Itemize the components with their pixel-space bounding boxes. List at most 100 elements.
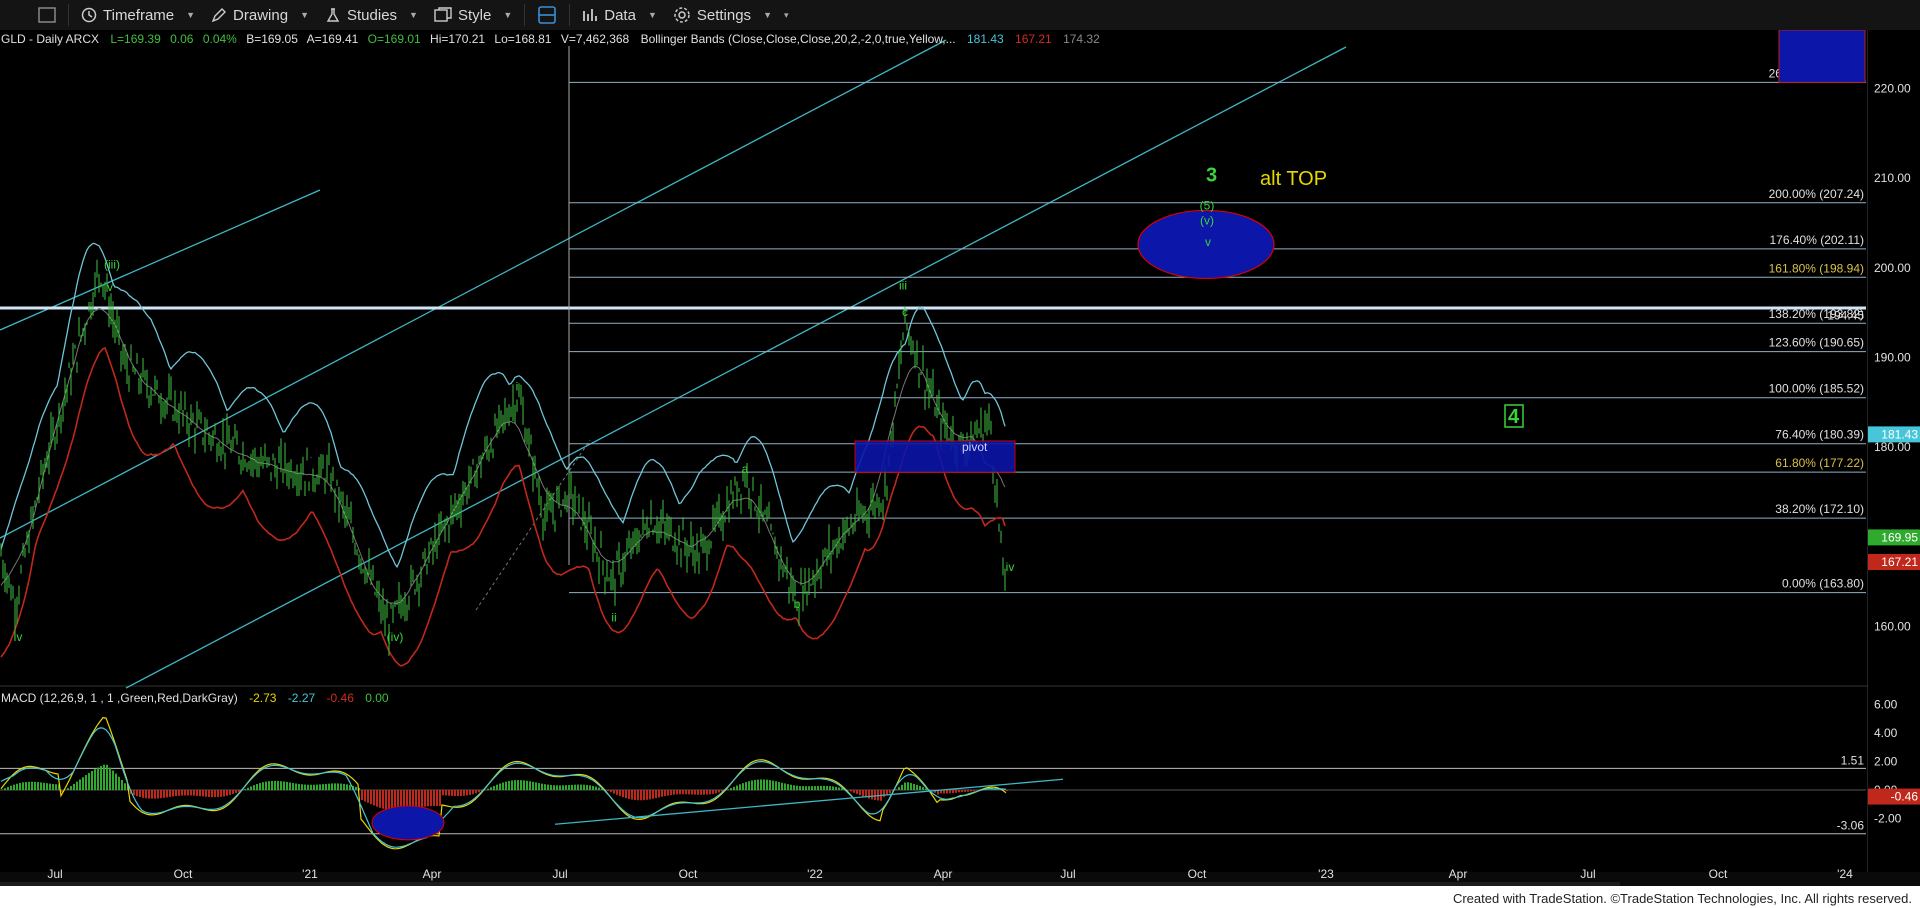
fib-level-label: 38.20% (172.10) [1775,502,1864,516]
macd-histogram-bar [613,790,615,794]
settings-button[interactable]: Settings ▼ [665,0,780,30]
wave-label: v [1205,235,1211,249]
time-tick-label: '21 [302,867,318,881]
macd-histogram-bar [40,782,42,790]
macd-histogram-bar [271,780,273,790]
macd-histogram-bar [673,790,675,795]
macd-histogram-bar [889,790,891,794]
macd-histogram-bar [13,784,15,790]
macd-histogram-bar [571,784,573,790]
macd-histogram-bar [700,790,702,795]
macd-histogram-bar [634,790,636,801]
macd-histogram-bar [361,790,363,801]
macd-histogram-bar [670,790,672,796]
macd-histogram-bar [250,786,252,790]
chevron-down-icon: ▼ [503,10,513,20]
macd-histogram-bar [94,769,96,790]
pivot-box [854,440,1016,473]
macd-histogram-bar [781,782,783,790]
macd-histogram-bar [43,782,45,790]
macd-histogram-bar [859,790,861,796]
macd-histogram-bar [736,785,738,790]
macd-histogram-bar [184,790,186,796]
macd-histogram-bar [973,790,975,792]
macd-histogram-bar [277,780,279,790]
macd-tick-label: -2.00 [1874,812,1902,826]
macd-histogram-bar [139,790,141,798]
low-price: Lo=168.81 [494,32,551,46]
macd-histogram-bar [10,785,12,790]
panels-button[interactable] [529,0,565,30]
macd-histogram-bar [760,779,762,790]
style-button[interactable]: Style ▼ [426,0,520,30]
macd-tag-label: -0.46 [1891,790,1919,804]
time-tick-label: Apr [423,867,442,881]
macd-tick-label: 4.00 [1874,726,1898,740]
macd-histogram-bar [742,783,744,790]
macd-histogram-bar [274,780,276,790]
macd-histogram-bar [415,790,417,809]
chart-area[interactable]: 261.80% (220.66)200.00% (207.24)176.40% … [0,30,1920,908]
macd-histogram-bar [619,790,621,797]
macd-histogram-bar [514,780,516,790]
macd-histogram-bar [262,782,264,790]
macd-histogram-bar [196,790,198,796]
macd-histogram-bar [949,790,951,794]
macd-histogram-bar [88,772,90,790]
macd-histogram-bar [826,785,828,790]
overflow-caret-icon[interactable]: ▾ [784,10,789,21]
macd-histogram-bar [904,782,906,790]
macd-histogram-bar [775,781,777,790]
macd-histogram-bar [340,783,342,790]
macd-histogram-bar [79,779,81,790]
macd-histogram-bar [388,790,390,811]
bb-lower-value: 167.21 [1015,32,1052,46]
macd-histogram-bar [655,790,657,799]
layout-button[interactable] [30,0,64,30]
studies-button[interactable]: Studies ▼ [317,0,426,30]
macd-histogram-bar [625,790,627,799]
macd-histogram-bar [970,790,972,792]
macd-histogram-bar [70,786,72,790]
data-button[interactable]: Data ▼ [574,0,665,30]
price-chart[interactable]: 261.80% (220.66)200.00% (207.24)176.40% … [0,30,1920,908]
fib-level-label: 76.40% (180.39) [1775,428,1864,442]
wave-label: c [902,305,908,319]
timeframe-button[interactable]: Timeframe ▼ [73,0,203,30]
wave-label: iii [899,278,907,292]
macd-histogram-bar [715,790,717,794]
price-tag-label: 167.21 [1881,555,1918,569]
macd-histogram-bar [25,781,27,790]
macd-histogram-bar [487,788,489,790]
time-tick-label: Jul [1060,867,1075,881]
macd-histogram-bar [598,787,600,790]
macd-level-label: 1.51 [1841,753,1865,767]
macd-histogram-bar [916,784,918,790]
macd-histogram-bar [133,790,135,796]
target-box [1778,30,1866,83]
macd-histogram-bar [790,784,792,790]
price-tick-label: 190.00 [1874,351,1911,365]
macd-histogram-bar [706,790,708,795]
macd-label: MACD (12,26,9, 1 , 1 ,Green,Red,DarkGray… [1,691,238,705]
drawing-button[interactable]: Drawing ▼ [203,0,317,30]
macd-histogram-bar [745,782,747,790]
macd-histogram-bar [253,785,255,790]
macd-histogram-bar [919,785,921,790]
chevron-down-icon: ▼ [300,10,309,20]
macd-histogram-bar [658,790,660,798]
macd-histogram-bar [853,790,855,793]
macd-histogram-bar [568,784,570,790]
bars-icon [583,9,598,21]
macd-histogram-bar [349,785,351,790]
macd-histogram-bar [67,788,69,790]
macd-histogram-bar [850,790,852,792]
style-icon [434,7,452,22]
macd-histogram-bar [820,785,822,790]
macd-value-1: -2.73 [249,691,277,705]
time-tick-label: '24 [1837,867,1853,881]
macd-histogram-bar [199,790,201,797]
macd-histogram-bar [154,790,156,799]
last-price: L=169.39 [110,32,161,46]
macd-histogram-bar [310,784,312,790]
